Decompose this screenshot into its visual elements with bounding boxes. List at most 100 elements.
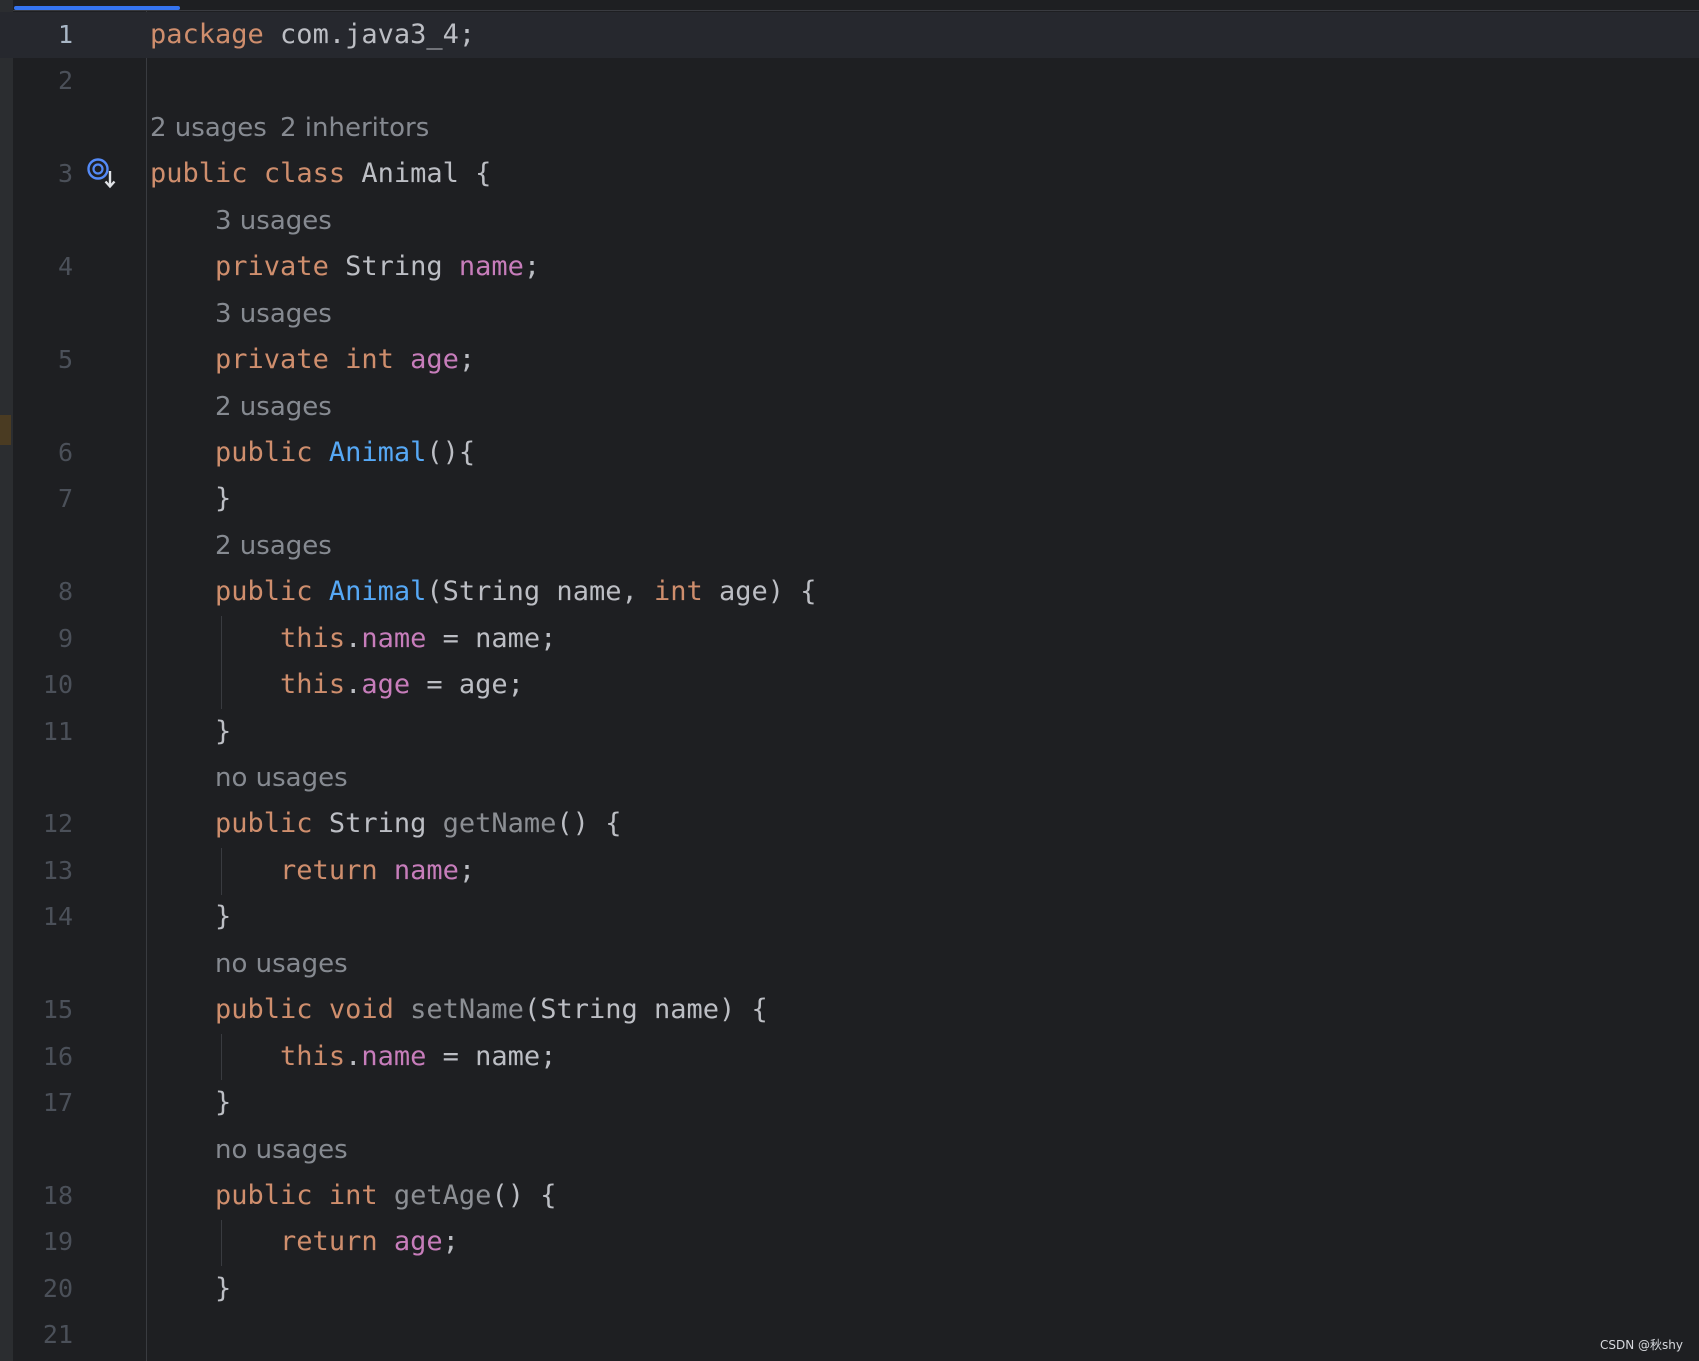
line-number[interactable]: 13 (13, 848, 73, 894)
line-number[interactable]: 16 (13, 1034, 73, 1080)
line-number[interactable]: 5 (13, 337, 73, 383)
code-line[interactable]: 14 } (0, 894, 1699, 940)
code-text[interactable]: this.age = age; (150, 662, 524, 708)
line-number[interactable]: 10 (13, 662, 73, 708)
code-line[interactable]: 20 } (0, 1266, 1699, 1312)
code-line[interactable]: 11 } (0, 709, 1699, 755)
usage-hint-row[interactable]: no usages (0, 1127, 1699, 1173)
code-line[interactable]: 21 (0, 1312, 1699, 1358)
line-number[interactable]: 17 (13, 1080, 73, 1126)
line-number[interactable]: 20 (13, 1266, 73, 1312)
usage-hint-row[interactable]: 2 usages 2 inheritors (0, 105, 1699, 151)
line-number[interactable]: 1 (13, 12, 73, 58)
code-text[interactable]: public int getAge() { (150, 1173, 556, 1219)
usage-hint-row[interactable]: 3 usages (0, 291, 1699, 337)
usage-hint[interactable]: no usages (215, 1127, 348, 1173)
code-token: void (328, 994, 394, 1026)
code-line[interactable]: 13 return name; (0, 848, 1699, 894)
usage-hint[interactable]: 2 usages (215, 523, 332, 569)
code-text[interactable]: return age; (150, 1219, 459, 1265)
code-line[interactable]: 1 package com.java3_4; (0, 12, 1699, 59)
code-token: public (215, 576, 313, 608)
line-number[interactable]: 9 (13, 616, 73, 662)
usage-hint-row[interactable]: 3 usages (0, 198, 1699, 244)
tab-bar-border (13, 10, 1699, 11)
active-tab-indicator[interactable] (14, 6, 180, 10)
code-line[interactable]: 12 public String getName() { (0, 801, 1699, 847)
code-text[interactable]: this.name = name; (150, 1034, 556, 1080)
code-text[interactable]: private String name; (150, 244, 540, 290)
code-line[interactable]: 18 public int getAge() { (0, 1173, 1699, 1219)
usage-hint-row[interactable]: 2 usages (0, 523, 1699, 569)
code-token: Animal { (345, 158, 492, 190)
code-line[interactable]: 7 } (0, 476, 1699, 522)
code-line[interactable]: 15 public void setName(String name) { (0, 987, 1699, 1033)
line-number[interactable]: 18 (13, 1173, 73, 1219)
line-number[interactable]: 21 (13, 1312, 73, 1358)
line-number[interactable]: 4 (13, 244, 73, 290)
code-line[interactable]: 2 (0, 58, 1699, 104)
code-token: return (280, 1226, 378, 1258)
code-line[interactable]: 5 private int age; (0, 337, 1699, 383)
usage-hint-row[interactable]: 2 usages (0, 384, 1699, 430)
code-text[interactable]: public class Animal { (150, 151, 491, 197)
line-number[interactable]: 8 (13, 569, 73, 615)
implemented-overridden-down-icon[interactable] (86, 157, 120, 191)
code-line[interactable]: 10 this.age = age; (0, 662, 1699, 708)
code-text[interactable]: this.name = name; (150, 616, 556, 662)
code-text[interactable]: } (150, 476, 231, 522)
code-line[interactable]: 8 public Animal(String name, int age) { (0, 569, 1699, 615)
code-token: ; (442, 1226, 459, 1258)
code-text[interactable]: private int age; (150, 337, 475, 383)
code-text[interactable]: } (150, 709, 231, 755)
code-text[interactable]: public Animal(String name, int age) { (150, 569, 817, 615)
usage-hint[interactable]: 2 usages (150, 105, 267, 151)
code-text[interactable]: return name; (150, 848, 475, 894)
code-line[interactable]: 6 public Animal(){ (0, 430, 1699, 476)
code-line[interactable]: 16 this.name = name; (0, 1034, 1699, 1080)
usage-hint[interactable]: 3 usages (215, 291, 332, 337)
line-number[interactable]: 2 (13, 58, 73, 104)
code-line[interactable]: 3 public class Animal { (0, 151, 1699, 197)
line-number[interactable]: 19 (13, 1219, 73, 1265)
code-token: } (150, 483, 232, 515)
code-text[interactable]: } (150, 1266, 231, 1312)
usage-hint[interactable]: 2 usages (215, 384, 332, 430)
line-number[interactable]: 6 (13, 430, 73, 476)
code-area[interactable]: 1 package com.java3_4; 2 2 usages 2 inherito… (0, 12, 1699, 1359)
line-number[interactable]: 11 (13, 709, 73, 755)
line-number[interactable]: 3 (13, 151, 73, 197)
usage-hint[interactable]: 2 inheritors (280, 105, 429, 151)
code-token: (String name) { (523, 994, 768, 1026)
code-token: age (410, 344, 459, 376)
line-number[interactable]: 7 (13, 476, 73, 522)
code-line[interactable]: 17 } (0, 1080, 1699, 1126)
code-editor[interactable]: 3. 1 package com.java3_4; 2 2 usages 2 inher… (0, 0, 1699, 1361)
code-text[interactable]: public void setName(String name) { (150, 987, 768, 1033)
usage-hint[interactable]: no usages (215, 755, 348, 801)
code-line[interactable]: 4 private String name; (0, 244, 1699, 290)
code-line[interactable]: 9 this.name = name; (0, 616, 1699, 662)
line-number[interactable]: 12 (13, 801, 73, 847)
code-text[interactable]: public String getName() { (150, 801, 621, 847)
code-token: (String name, (426, 576, 654, 608)
code-line[interactable]: 19 return age; (0, 1219, 1699, 1265)
code-token: getName (442, 808, 557, 840)
line-number[interactable]: 14 (13, 894, 73, 940)
code-token: com.java3_4; (263, 19, 476, 50)
code-text[interactable]: public Animal(){ (150, 430, 475, 476)
usage-hint[interactable]: no usages (215, 941, 348, 987)
code-text[interactable]: package com.java3_4; (150, 12, 475, 58)
line-number[interactable]: 15 (13, 987, 73, 1033)
code-token: = name; (426, 1040, 557, 1072)
code-text[interactable]: } (150, 894, 231, 940)
code-token: private (215, 344, 329, 376)
code-text[interactable]: } (150, 1080, 231, 1126)
usage-hint[interactable]: 3 usages (215, 198, 332, 244)
usage-hint-row[interactable]: no usages (0, 941, 1699, 987)
usage-hint-row[interactable]: no usages (0, 755, 1699, 801)
code-token: name (393, 854, 459, 886)
